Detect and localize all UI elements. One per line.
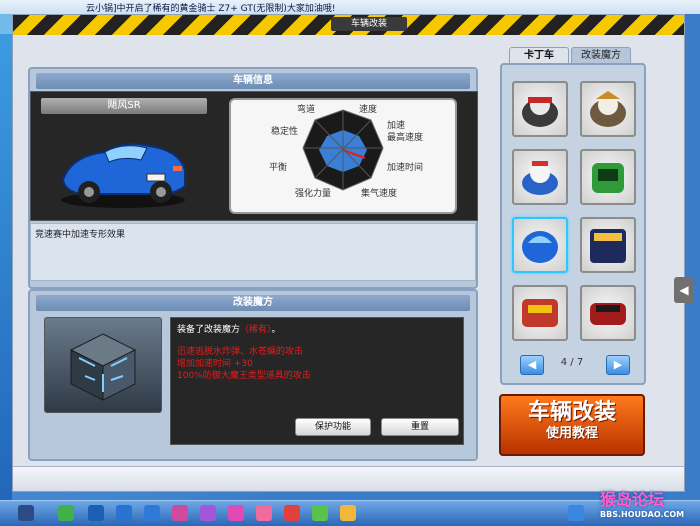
heart-icon[interactable] <box>256 505 272 521</box>
car-thumb <box>522 95 558 127</box>
stat-label-speed: 速度 <box>359 105 378 115</box>
modify-magic-header: 改装魔方 <box>36 295 470 311</box>
reset-button[interactable]: 重置 <box>381 418 459 436</box>
stat-radar-box: 弯道 速度 加速 最高速度 加速时间 集气速度 强化力量 平衡 稳定性 <box>229 98 457 214</box>
vehicle-info-header: 车辆信息 <box>36 73 470 89</box>
stat-radar-chart <box>302 109 384 191</box>
car-slot[interactable] <box>512 285 568 341</box>
page-indicator: 4 / 7 <box>560 357 584 368</box>
chevron-left-icon: ◀ <box>679 283 689 297</box>
game-taskbar <box>0 500 700 526</box>
car-thumb <box>522 161 558 195</box>
car-image <box>61 143 186 208</box>
tab-modify-magic[interactable]: 改装魔方 <box>571 47 631 64</box>
stat-label-balance: 平衡 <box>269 163 288 173</box>
protect-function-button[interactable]: 保护功能 <box>295 418 371 436</box>
mail-icon[interactable] <box>200 505 216 521</box>
modify-magic-panel: 改装魔方 装备了改装魔方（稀有）。 迅速逃脱水炸弹、水苍蝇的攻击 增加加速时间 … <box>28 289 478 461</box>
promo-line-2: 使用教程 <box>545 426 598 441</box>
home-icon[interactable] <box>116 505 132 521</box>
tab-kart[interactable]: 卡丁车 <box>509 47 569 64</box>
car-thumb <box>590 91 626 127</box>
ticker-text: 云小锅]中开启了稀有的黄金骑士 Z7+ GT(无限制)大家加油哦! <box>86 4 336 14</box>
car-thumb <box>590 229 626 263</box>
stat-label-cornering: 弯道 <box>297 105 316 115</box>
shop-icon[interactable] <box>88 505 104 521</box>
window-title: 车辆改装 <box>331 17 407 31</box>
effect-line: 100%防御大魔王类型道具的攻击 <box>177 371 311 381</box>
car-slot[interactable] <box>580 217 636 273</box>
car-thumb <box>522 231 558 263</box>
magic-cube-slot <box>44 317 162 413</box>
promo-line-1: 车辆改装 <box>527 400 616 425</box>
start-icon[interactable] <box>18 505 34 521</box>
car-name-bar: 飓风SR <box>41 98 207 114</box>
back-icon[interactable] <box>58 505 74 521</box>
equipped-name: （稀有） <box>240 325 272 335</box>
next-page-button[interactable]: ▶ <box>606 355 630 375</box>
vehicle-info-panel: 车辆信息 飓风SR 弯道 速度 加速 最高速度 加速时间 集气速度 强化力量 平… <box>28 67 478 289</box>
car-slot[interactable] <box>580 81 636 137</box>
car-slot[interactable] <box>512 149 568 205</box>
car-thumb <box>592 163 624 193</box>
stat-label-top-speed: 最高速度 <box>387 133 424 143</box>
car-slot[interactable] <box>580 149 636 205</box>
watermark-line-1: 猴岛论坛 <box>600 490 665 509</box>
vehicle-description: 竞速赛中加速专形效果 <box>30 223 476 281</box>
stat-label-charge-speed: 集气速度 <box>361 189 398 199</box>
triangle-left-icon: ◀ <box>527 358 537 371</box>
car-thumb <box>522 299 558 327</box>
equipped-line: 装备了改装魔方（稀有）。 <box>177 322 281 335</box>
prev-page-button[interactable]: ◀ <box>520 355 544 375</box>
car-slot[interactable] <box>512 81 568 137</box>
vehicle-select-panel: ◀ 4 / 7 ▶ <box>500 63 646 385</box>
window-bottom-bar <box>13 466 684 491</box>
tools-icon[interactable] <box>144 505 160 521</box>
equipped-prefix: 装备了改装魔方 <box>177 325 241 335</box>
watermark-line-2: BBS.HOUDAO.COM <box>600 510 685 519</box>
background-stripe <box>0 34 12 504</box>
equipped-suffix: 。 <box>271 325 281 335</box>
guild-icon[interactable] <box>312 505 328 521</box>
side-collapse-button[interactable]: ◀ <box>674 277 694 303</box>
chat-icon[interactable] <box>284 505 300 521</box>
stat-label-power: 强化力量 <box>295 189 332 199</box>
magic-effect-box: 装备了改装魔方（稀有）。 迅速逃脱水炸弹、水苍蝇的攻击 增加加速时间 +30 1… <box>170 317 464 445</box>
car-thumb <box>590 303 626 325</box>
car-slot-selected[interactable] <box>512 217 568 273</box>
stat-label-boost-time: 加速时间 <box>387 163 424 173</box>
friends-icon[interactable] <box>228 505 244 521</box>
settings-icon[interactable] <box>172 505 188 521</box>
magic-cube-icon <box>69 333 137 401</box>
car-slot[interactable] <box>580 285 636 341</box>
modify-tutorial-button[interactable]: 车辆改装 使用教程 <box>499 394 645 456</box>
triangle-right-icon: ▶ <box>613 358 623 371</box>
stat-label-stability: 稳定性 <box>271 127 299 137</box>
info-icon[interactable] <box>568 505 584 521</box>
vehicle-preview: 飓风SR 弯道 速度 加速 最高速度 加速时间 集气速度 强化力量 平衡 稳定性 <box>30 91 478 221</box>
watermark: 猴岛论坛 BBS.HOUDAO.COM <box>600 486 696 524</box>
event-icon[interactable] <box>340 505 356 521</box>
news-ticker: 云小锅]中开启了稀有的黄金骑士 Z7+ GT(无限制)大家加油哦! <box>0 0 700 14</box>
